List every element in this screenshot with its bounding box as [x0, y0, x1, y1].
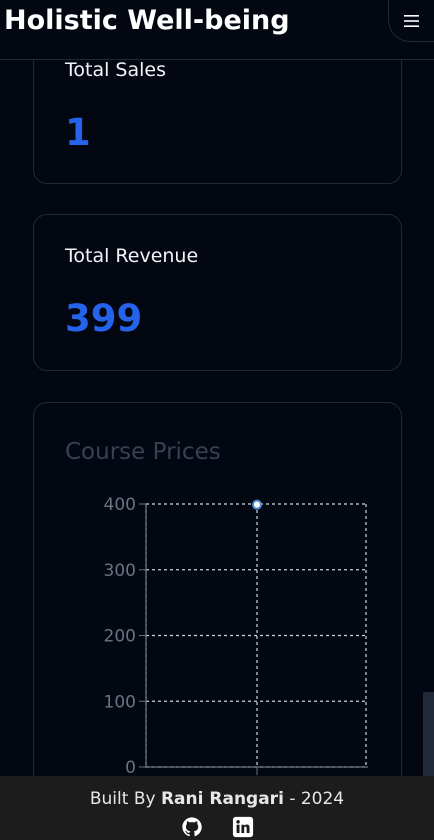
menu-button[interactable] [388, 0, 434, 42]
course-prices-card: Course Prices 0 100 200 300 400 [33, 402, 402, 822]
y-tick-label: 300 [104, 561, 136, 581]
total-revenue-card: Total Revenue 399 [33, 214, 402, 371]
footer-credit: Built By Rani Rangari - 2024 [0, 789, 434, 809]
total-sales-value: 1 [65, 111, 91, 154]
footer-built-by: Built By [89, 789, 156, 809]
total-revenue-value: 399 [65, 297, 143, 340]
footer-social-links [0, 816, 434, 838]
linkedin-icon[interactable] [232, 816, 254, 838]
hamburger-icon [404, 14, 419, 27]
top-navbar: Holistic Well-being [0, 0, 434, 60]
brand-title[interactable]: Holistic Well-being [4, 5, 290, 36]
y-tick-label: 100 [104, 692, 136, 712]
course-prices-chart: 0 100 200 300 400 [104, 495, 368, 778]
footer-author[interactable]: Rani Rangari [161, 789, 284, 809]
footer: Built By Rani Rangari - 2024 [0, 776, 434, 840]
y-tick-label: 400 [104, 495, 136, 515]
y-tick-label: 200 [104, 627, 136, 647]
page: Holistic Well-being Total Sales 1 Total … [0, 0, 434, 840]
total-revenue-label: Total Revenue [65, 245, 199, 267]
y-tick-label: 0 [125, 758, 136, 778]
github-icon[interactable] [181, 816, 203, 838]
scrollbar-thumb[interactable] [423, 692, 434, 776]
data-point [252, 499, 262, 510]
total-sales-label: Total Sales [65, 59, 166, 81]
footer-year: - 2024 [289, 789, 345, 809]
